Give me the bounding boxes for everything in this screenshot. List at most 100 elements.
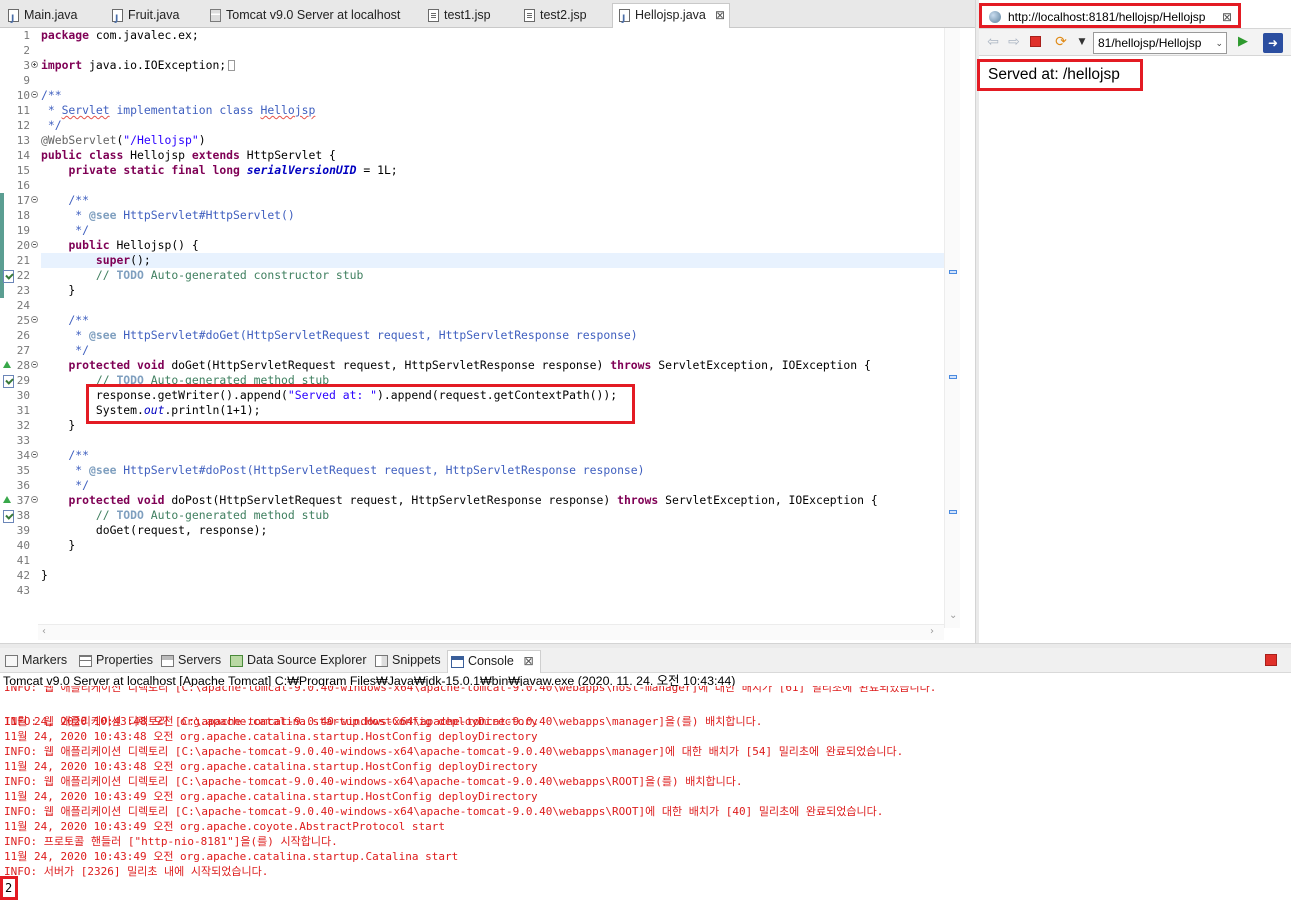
highlight-box-code xyxy=(86,384,635,424)
line-number: 31 xyxy=(16,404,30,417)
line-number-gutter: 1 2 3 9 10 11 12 13 14 15 16 17 18 19 20… xyxy=(0,28,38,628)
code-line: protected void doPost(HttpServletRequest… xyxy=(68,493,878,507)
editor-tab-label: Main.java xyxy=(24,8,78,22)
line-number: 9 xyxy=(23,74,30,87)
tab-data-source-explorer[interactable]: Data Source Explorer xyxy=(227,652,367,671)
collapse-fold-icon[interactable] xyxy=(31,196,38,203)
console-log-line: INFO: 웹 애플리케이션 디렉토리 [C:\apache-tomcat-9.… xyxy=(4,775,743,788)
line-number: 40 xyxy=(16,539,30,552)
overview-task-marker[interactable] xyxy=(949,510,957,514)
code-line: */ xyxy=(41,118,62,132)
code-line: super(); xyxy=(95,253,151,267)
code-line: doGet(request, response); xyxy=(41,523,268,537)
browser-tab[interactable]: http://localhost:8181/hellojsp/Hellojsp … xyxy=(979,3,1241,28)
code-line: * @see HttpServlet#HttpServlet() xyxy=(41,208,295,222)
code-line: @WebServlet("/Hellojsp") xyxy=(41,133,206,147)
tab-servers[interactable]: Servers xyxy=(158,652,221,671)
line-number: 12 xyxy=(16,119,30,132)
line-number: 43 xyxy=(16,584,30,597)
task-marker-icon[interactable] xyxy=(3,510,14,523)
line-number: 2 xyxy=(23,44,30,57)
data-source-icon xyxy=(230,655,243,667)
collapse-fold-icon[interactable] xyxy=(31,361,38,368)
jsp-file-icon xyxy=(524,9,535,22)
editor-tab-hellojsp-java[interactable]: Hellojsp.java ⊠ xyxy=(612,3,730,30)
open-external-browser-icon[interactable]: ➜ xyxy=(1263,33,1283,53)
scroll-left-arrow-icon[interactable]: ‹ xyxy=(42,626,46,637)
tab-snippets[interactable]: Snippets xyxy=(372,652,441,671)
tab-properties[interactable]: Properties xyxy=(76,652,153,671)
task-marker-icon[interactable] xyxy=(3,375,14,388)
editor-vertical-scrollbar[interactable]: ⌄ xyxy=(944,28,960,628)
collapse-fold-icon[interactable] xyxy=(31,241,38,248)
console-icon xyxy=(451,656,464,668)
override-marker-icon[interactable] xyxy=(3,359,13,369)
editor-tab-label: Fruit.java xyxy=(128,8,180,22)
overview-task-marker[interactable] xyxy=(949,375,957,379)
collapse-fold-icon[interactable] xyxy=(31,451,38,458)
browser-toolbar: ⇦ ⇨ ⟳ ▼ 81/hellojsp/Hellojsp ⌄ ▶ ➜ xyxy=(979,28,1291,56)
back-icon[interactable]: ⇦ xyxy=(985,34,1001,50)
history-dropdown-icon[interactable]: ▼ xyxy=(1074,34,1090,50)
line-number: 17 xyxy=(16,194,30,207)
scroll-right-arrow-icon[interactable]: › xyxy=(930,626,934,637)
override-marker-icon[interactable] xyxy=(3,494,13,504)
go-icon[interactable]: ▶ xyxy=(1235,34,1251,50)
editor-tab-tomcat-server[interactable]: Tomcat v9.0 Server at localhost xyxy=(204,4,414,28)
line-number: 21 xyxy=(16,254,30,267)
code-area[interactable]: package com.javalec.ex; import java.io.I… xyxy=(41,28,944,628)
line-number: 20 xyxy=(16,239,30,252)
java-file-icon xyxy=(619,8,630,30)
code-line: // TODO Auto-generated constructor stub xyxy=(95,268,364,282)
scroll-down-arrow-icon[interactable]: ⌄ xyxy=(949,610,957,621)
console-output[interactable]: INFO: 웹 애플리케이션 디렉토리 [C:\apache-tomcat-9.… xyxy=(0,686,1291,905)
line-number: 11 xyxy=(16,104,30,117)
overview-task-marker[interactable] xyxy=(949,270,957,274)
line-number: 25 xyxy=(16,314,30,327)
editor-tab-test1-jsp[interactable]: test1.jsp xyxy=(422,4,512,28)
editor-tab-fruit-java[interactable]: Fruit.java xyxy=(106,4,196,30)
task-marker-icon[interactable] xyxy=(3,270,14,283)
code-editor[interactable]: 1 2 3 9 10 11 12 13 14 15 16 17 18 19 20… xyxy=(0,28,960,643)
code-line: /** xyxy=(41,88,62,102)
chevron-down-icon[interactable]: ⌄ xyxy=(1215,33,1223,53)
collapse-fold-icon[interactable] xyxy=(31,496,38,503)
editor-horizontal-scrollbar[interactable]: ‹ › xyxy=(38,624,944,640)
terminate-icon[interactable] xyxy=(1265,654,1277,666)
editor-tab-label: test1.jsp xyxy=(444,8,491,22)
refresh-icon[interactable]: ⟳ xyxy=(1053,34,1069,50)
code-line: /** xyxy=(41,193,90,207)
view-tab-label: Servers xyxy=(178,653,222,667)
url-combo-value: 81/hellojsp/Hellojsp xyxy=(1098,36,1202,50)
editor-tab-main-java[interactable]: Main.java xyxy=(2,4,102,30)
console-log-line: INFO: 웹 애플리케이션 디렉토리 [C:\apache-tomcat-9.… xyxy=(4,715,763,728)
code-line: } xyxy=(41,538,76,552)
console-log-line: 11월 24, 2020 10:43:49 오전 org.apache.coyo… xyxy=(4,820,445,833)
code-line: public Hellojsp() { xyxy=(68,238,199,252)
close-tab-icon[interactable]: ⊠ xyxy=(523,651,533,672)
url-combo[interactable]: 81/hellojsp/Hellojsp ⌄ xyxy=(1093,32,1227,54)
line-number: 1 xyxy=(23,29,30,42)
tab-markers[interactable]: Markers xyxy=(2,652,67,671)
close-tab-icon[interactable]: ⊠ xyxy=(1222,6,1232,29)
browser-tab-title: http://localhost:8181/hellojsp/Hellojsp xyxy=(1008,10,1206,24)
console-log-line: 11월 24, 2020 10:43:49 오전 org.apache.cata… xyxy=(4,850,459,863)
stop-icon[interactable] xyxy=(1030,36,1041,47)
forward-icon[interactable]: ⇨ xyxy=(1006,34,1022,50)
tab-console[interactable]: Console ⊠ xyxy=(447,650,541,673)
collapse-fold-icon[interactable] xyxy=(31,91,38,98)
code-line: protected void doGet(HttpServletRequest … xyxy=(68,358,871,372)
console-log-line: 11월 24, 2020 10:43:48 오전 org.apache.cata… xyxy=(4,730,538,743)
editor-tab-test2-jsp[interactable]: test2.jsp xyxy=(518,4,608,28)
browser-content: Served at: /hellojsp xyxy=(977,57,1291,643)
collapse-fold-icon[interactable] xyxy=(31,316,38,323)
expand-fold-icon[interactable] xyxy=(31,61,38,68)
server-icon xyxy=(210,9,221,22)
java-file-icon xyxy=(112,8,123,30)
close-tab-icon[interactable]: ⊠ xyxy=(715,4,725,26)
code-line: */ xyxy=(41,223,90,237)
